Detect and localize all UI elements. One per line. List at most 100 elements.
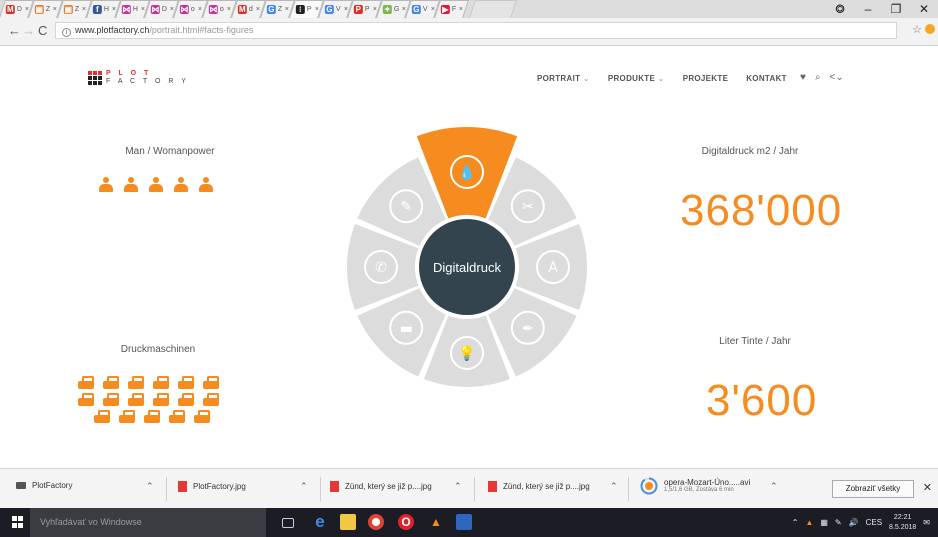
forward-arrow-icon[interactable]: → (22, 23, 35, 38)
letter-a-icon: A (548, 260, 558, 276)
download-name: PlotFactory (32, 481, 73, 490)
download-menu-chevron-icon[interactable]: ⌃ (146, 481, 154, 492)
file-icon (16, 482, 26, 489)
tab-label: G (393, 6, 400, 13)
leaf-icon: ✦ (382, 5, 392, 14)
close-downloads-icon[interactable]: ✕ (923, 481, 932, 494)
tab-label: P (306, 6, 312, 13)
pen-nib-icon: ✒ (522, 321, 534, 337)
close-tab-icon[interactable]: × (344, 6, 348, 13)
bow-icon: ⋈ (150, 5, 160, 14)
reload-icon[interactable]: C (38, 23, 47, 38)
tab-label: V (335, 6, 341, 13)
download-progress-text: 1,5/1,6 GB, Zostáva 6 min (664, 487, 734, 493)
windows-taskbar: Vyhľadávať vo Windowse e O ▲ ⌃ ▲ ▦ ✎ 🔊 C… (0, 508, 938, 537)
clock[interactable]: 22:21 8.5.2018 (889, 513, 916, 533)
pen-tray-icon[interactable]: ✎ (835, 518, 842, 527)
download-menu-chevron-icon[interactable]: ⌃ (770, 481, 778, 492)
url-input[interactable]: i www.plotfactory.ch/portrait.html#facts-… (55, 22, 897, 39)
facebook-icon: f (92, 5, 102, 14)
download-menu-chevron-icon[interactable]: ⌃ (454, 481, 462, 492)
download-item-3[interactable]: Zünd, který se již p....jpg (330, 481, 432, 492)
download-menu-chevron-icon[interactable]: ⌃ (300, 481, 308, 492)
window-controls: ⭗ – ❐ ✕ (826, 0, 938, 18)
download-item-1[interactable]: PlotFactory (16, 481, 72, 490)
vlc-icon[interactable]: ▲ (428, 514, 444, 530)
chrome-icon[interactable] (368, 514, 384, 530)
download-name: opera-Mozart-Úno.....avi (664, 478, 751, 487)
download-item-5[interactable]: opera-Mozart-Úno.....avi 1,5/1,6 GB, Zos… (640, 477, 750, 495)
minimize-button[interactable]: – (854, 2, 882, 16)
close-tab-icon[interactable]: × (227, 6, 231, 13)
radial-service-menu: 💧 ✂ A ✒ 💡 ▬ ✆ ✎ Digitaldruck (347, 127, 587, 388)
close-tab-icon[interactable]: × (431, 6, 435, 13)
gmail-icon: M (5, 5, 15, 14)
close-tab-icon[interactable]: × (285, 6, 289, 13)
volume-icon[interactable]: 🔊 (849, 518, 859, 527)
tab-label: D (161, 6, 167, 13)
close-tab-icon[interactable]: × (373, 6, 377, 13)
new-tab-button[interactable] (469, 0, 517, 18)
divider (628, 477, 629, 501)
notifications-icon[interactable]: ✉ (923, 518, 930, 527)
language-indicator[interactable]: CES (866, 518, 882, 527)
tab-label: H (103, 6, 109, 13)
website-page: P L O T F A C T O R Y PORTRAIT ⌄ PRODUKT… (0, 46, 938, 468)
download-menu-chevron-icon[interactable]: ⌃ (610, 481, 618, 492)
close-window-button[interactable]: ✕ (910, 2, 938, 16)
google-icon: G (266, 5, 276, 14)
clock-time: 22:21 (893, 513, 912, 521)
url-host: www.plotfactory.ch (75, 25, 150, 35)
downloads-bar: PlotFactory ⌃ PlotFactory.jpg ⌃ Zünd, kt… (0, 468, 938, 508)
google-icon: G (411, 5, 421, 14)
wheel-center-label: Digitaldruck (433, 260, 501, 275)
divider (320, 477, 321, 501)
info-icon[interactable]: i (62, 28, 71, 37)
close-tab-icon[interactable]: × (459, 6, 463, 13)
show-all-downloads-button[interactable]: Zobraziť všetky (832, 480, 914, 498)
pinterest-icon: P (353, 5, 363, 14)
close-tab-icon[interactable]: × (315, 6, 319, 13)
download-item-2[interactable]: PlotFactory.jpg (178, 481, 246, 492)
image-file-icon (488, 481, 497, 492)
profile-icon[interactable]: ⭗ (826, 2, 854, 17)
network-icon[interactable]: ▦ (820, 518, 828, 527)
download-item-4[interactable]: Zünd, který se již p....jpg (488, 481, 590, 492)
vlc-tray-icon[interactable]: ▲ (805, 518, 813, 527)
clock-date: 8.5.2018 (889, 523, 917, 531)
bow-icon: ⋈ (121, 5, 131, 14)
extension-icon[interactable] (925, 24, 935, 34)
close-tab-icon[interactable]: × (170, 6, 174, 13)
browser-tab[interactable]: ▶ F × (434, 0, 469, 18)
tray-chevron-up-icon[interactable]: ⌃ (792, 518, 799, 527)
lightbulb-icon: 💡 (458, 345, 475, 362)
google-icon: G (324, 5, 334, 14)
document-icon[interactable] (456, 514, 472, 530)
close-tab-icon[interactable]: × (256, 6, 260, 13)
url-path: /portrait.html#facts-figures (149, 25, 254, 35)
close-tab-icon[interactable]: × (25, 6, 29, 13)
bookmark-star-icon[interactable]: ☆ (912, 23, 922, 36)
task-view-icon[interactable] (282, 518, 294, 528)
back-arrow-icon[interactable]: ← (8, 23, 21, 38)
tab-label: D (16, 6, 22, 13)
file-explorer-icon[interactable] (340, 514, 356, 530)
tab-label: V (422, 6, 428, 13)
edge-icon[interactable]: e (312, 513, 328, 530)
close-tab-icon[interactable]: × (141, 6, 145, 13)
bow-icon: ⋈ (208, 5, 218, 14)
opera-icon[interactable]: O (398, 514, 414, 530)
phone-icon: ✆ (375, 260, 387, 276)
orange-grid-icon: ▣ (63, 5, 73, 14)
bow-icon: ⋈ (179, 5, 189, 14)
close-tab-icon[interactable]: × (82, 6, 86, 13)
image-file-icon (178, 481, 187, 492)
maximize-button[interactable]: ❐ (882, 2, 910, 16)
download-name: Zünd, který se již p....jpg (345, 482, 432, 491)
close-tab-icon[interactable]: × (198, 6, 202, 13)
windows-start-icon[interactable] (12, 516, 24, 528)
taskbar-search-input[interactable]: Vyhľadávať vo Windowse (30, 508, 266, 537)
close-tab-icon[interactable]: × (112, 6, 116, 13)
close-tab-icon[interactable]: × (53, 6, 57, 13)
download-name: PlotFactory.jpg (193, 482, 246, 491)
